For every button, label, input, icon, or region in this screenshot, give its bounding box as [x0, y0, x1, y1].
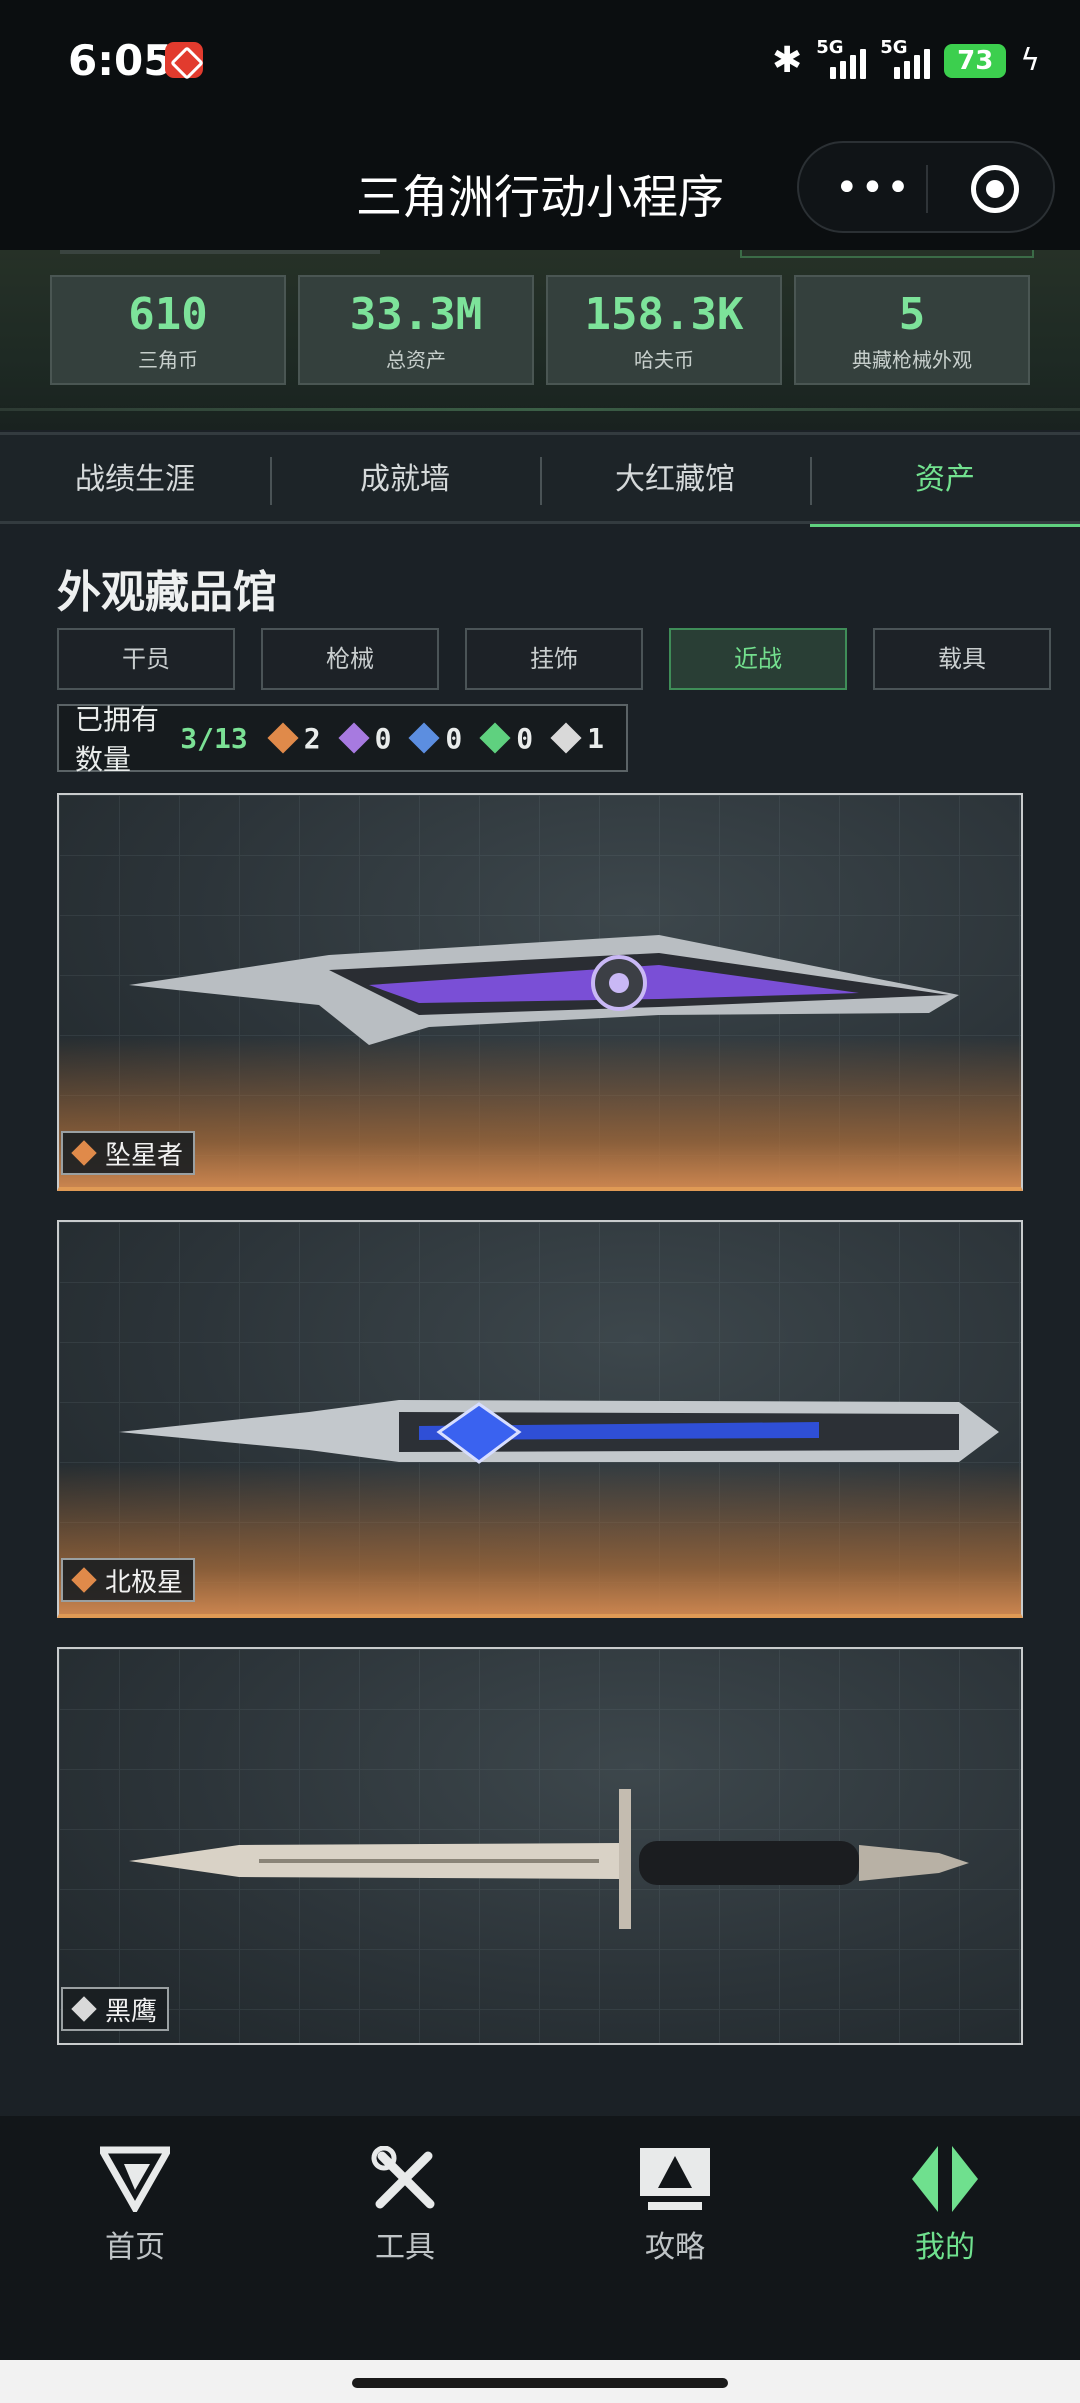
category-charms[interactable]: 挂饰 — [465, 628, 643, 690]
capsule-menu: ••• — [797, 141, 1055, 233]
green-diamond-icon — [479, 722, 511, 754]
mine-icon — [912, 2146, 978, 2212]
stat-card-haf-coin: 158.3K 哈夫币 — [546, 275, 782, 385]
profile-tabs: 战绩生涯 成就墙 大红藏馆 资产 — [0, 432, 1080, 527]
orange-diamond-icon — [267, 722, 299, 754]
owned-count: 3/13 — [180, 721, 248, 755]
signal-icon-2: 5G — [880, 37, 931, 79]
rarity-count-white: 1 — [550, 722, 604, 755]
more-icon[interactable]: ••• — [835, 168, 912, 208]
stat-card-coin: 610 三角币 — [50, 275, 286, 385]
home-indicator — [0, 2360, 1080, 2403]
rarity-count-orange: 2 — [267, 722, 321, 755]
tools-icon — [371, 2146, 435, 2209]
owned-count-bar: 已拥有数量 3/13 2 0 0 0 1 — [57, 703, 628, 776]
mini-program-header: 三角洲行动小程序 ••• — [0, 125, 1080, 250]
nav-mine[interactable]: 我的 — [845, 2146, 1045, 2266]
charging-icon: ϟ — [1020, 43, 1040, 78]
purple-diamond-icon — [338, 722, 370, 754]
rarity-count-green: 0 — [479, 722, 533, 755]
rarity-diamond-icon — [71, 1996, 97, 2022]
knife-image — [119, 1400, 999, 1464]
rarity-count-blue: 0 — [408, 722, 462, 755]
close-mini-program-icon[interactable] — [971, 165, 1019, 213]
status-icons: ✱ 5G 5G 73 ϟ — [772, 37, 1040, 82]
item-card[interactable]: 北极星 — [57, 1220, 1023, 1618]
item-name-tag: 坠星者 — [61, 1131, 196, 1175]
rarity-count-purple: 0 — [338, 722, 391, 755]
blue-diamond-icon — [408, 722, 440, 754]
rarity-diamond-icon — [71, 1140, 97, 1166]
status-time: 6:05 — [68, 36, 173, 85]
signal-icon: 5G — [816, 37, 867, 79]
battery-indicator: 73 — [944, 43, 1007, 78]
item-name-tag: 黑鹰 — [61, 1987, 170, 2031]
status-bar: 6:05 ✱ 5G 5G 73 ϟ — [0, 0, 1080, 125]
stat-card-collection: 5 典藏枪械外观 — [794, 275, 1030, 385]
nav-home[interactable]: 首页 — [35, 2146, 235, 2266]
item-name-tag: 北极星 — [61, 1558, 196, 1602]
bluetooth-icon: ✱ — [772, 40, 803, 81]
category-guns[interactable]: 枪械 — [261, 628, 439, 690]
knife-image — [129, 935, 959, 1045]
item-card[interactable]: 黑鹰 — [57, 1647, 1023, 2045]
home-icon — [100, 2146, 170, 2212]
nav-tools[interactable]: 工具 — [305, 2146, 505, 2266]
knife-image — [129, 1789, 969, 1929]
bottom-navigation: 首页 工具 攻略 我的 — [0, 2116, 1080, 2360]
white-diamond-icon — [550, 722, 582, 754]
category-vehicles[interactable]: 载具 — [873, 628, 1051, 690]
item-card[interactable]: 坠星者 — [57, 793, 1023, 1191]
app-notification-icon — [165, 42, 203, 78]
stat-card-total-assets: 33.3M 总资产 — [298, 275, 534, 385]
guides-icon — [640, 2148, 710, 2210]
nav-guides[interactable]: 攻略 — [575, 2146, 775, 2266]
category-melee[interactable]: 近战 — [669, 628, 847, 690]
section-title: 外观藏品馆 — [57, 567, 277, 618]
category-operators[interactable]: 干员 — [57, 628, 235, 690]
owned-label: 已拥有数量 — [75, 703, 160, 776]
rarity-diamond-icon — [71, 1567, 97, 1593]
tab-career[interactable]: 战绩生涯 — [0, 435, 270, 524]
tab-red-collection[interactable]: 大红藏馆 — [540, 435, 810, 524]
tab-achievements[interactable]: 成就墙 — [270, 435, 540, 524]
tab-assets[interactable]: 资产 — [810, 435, 1080, 527]
